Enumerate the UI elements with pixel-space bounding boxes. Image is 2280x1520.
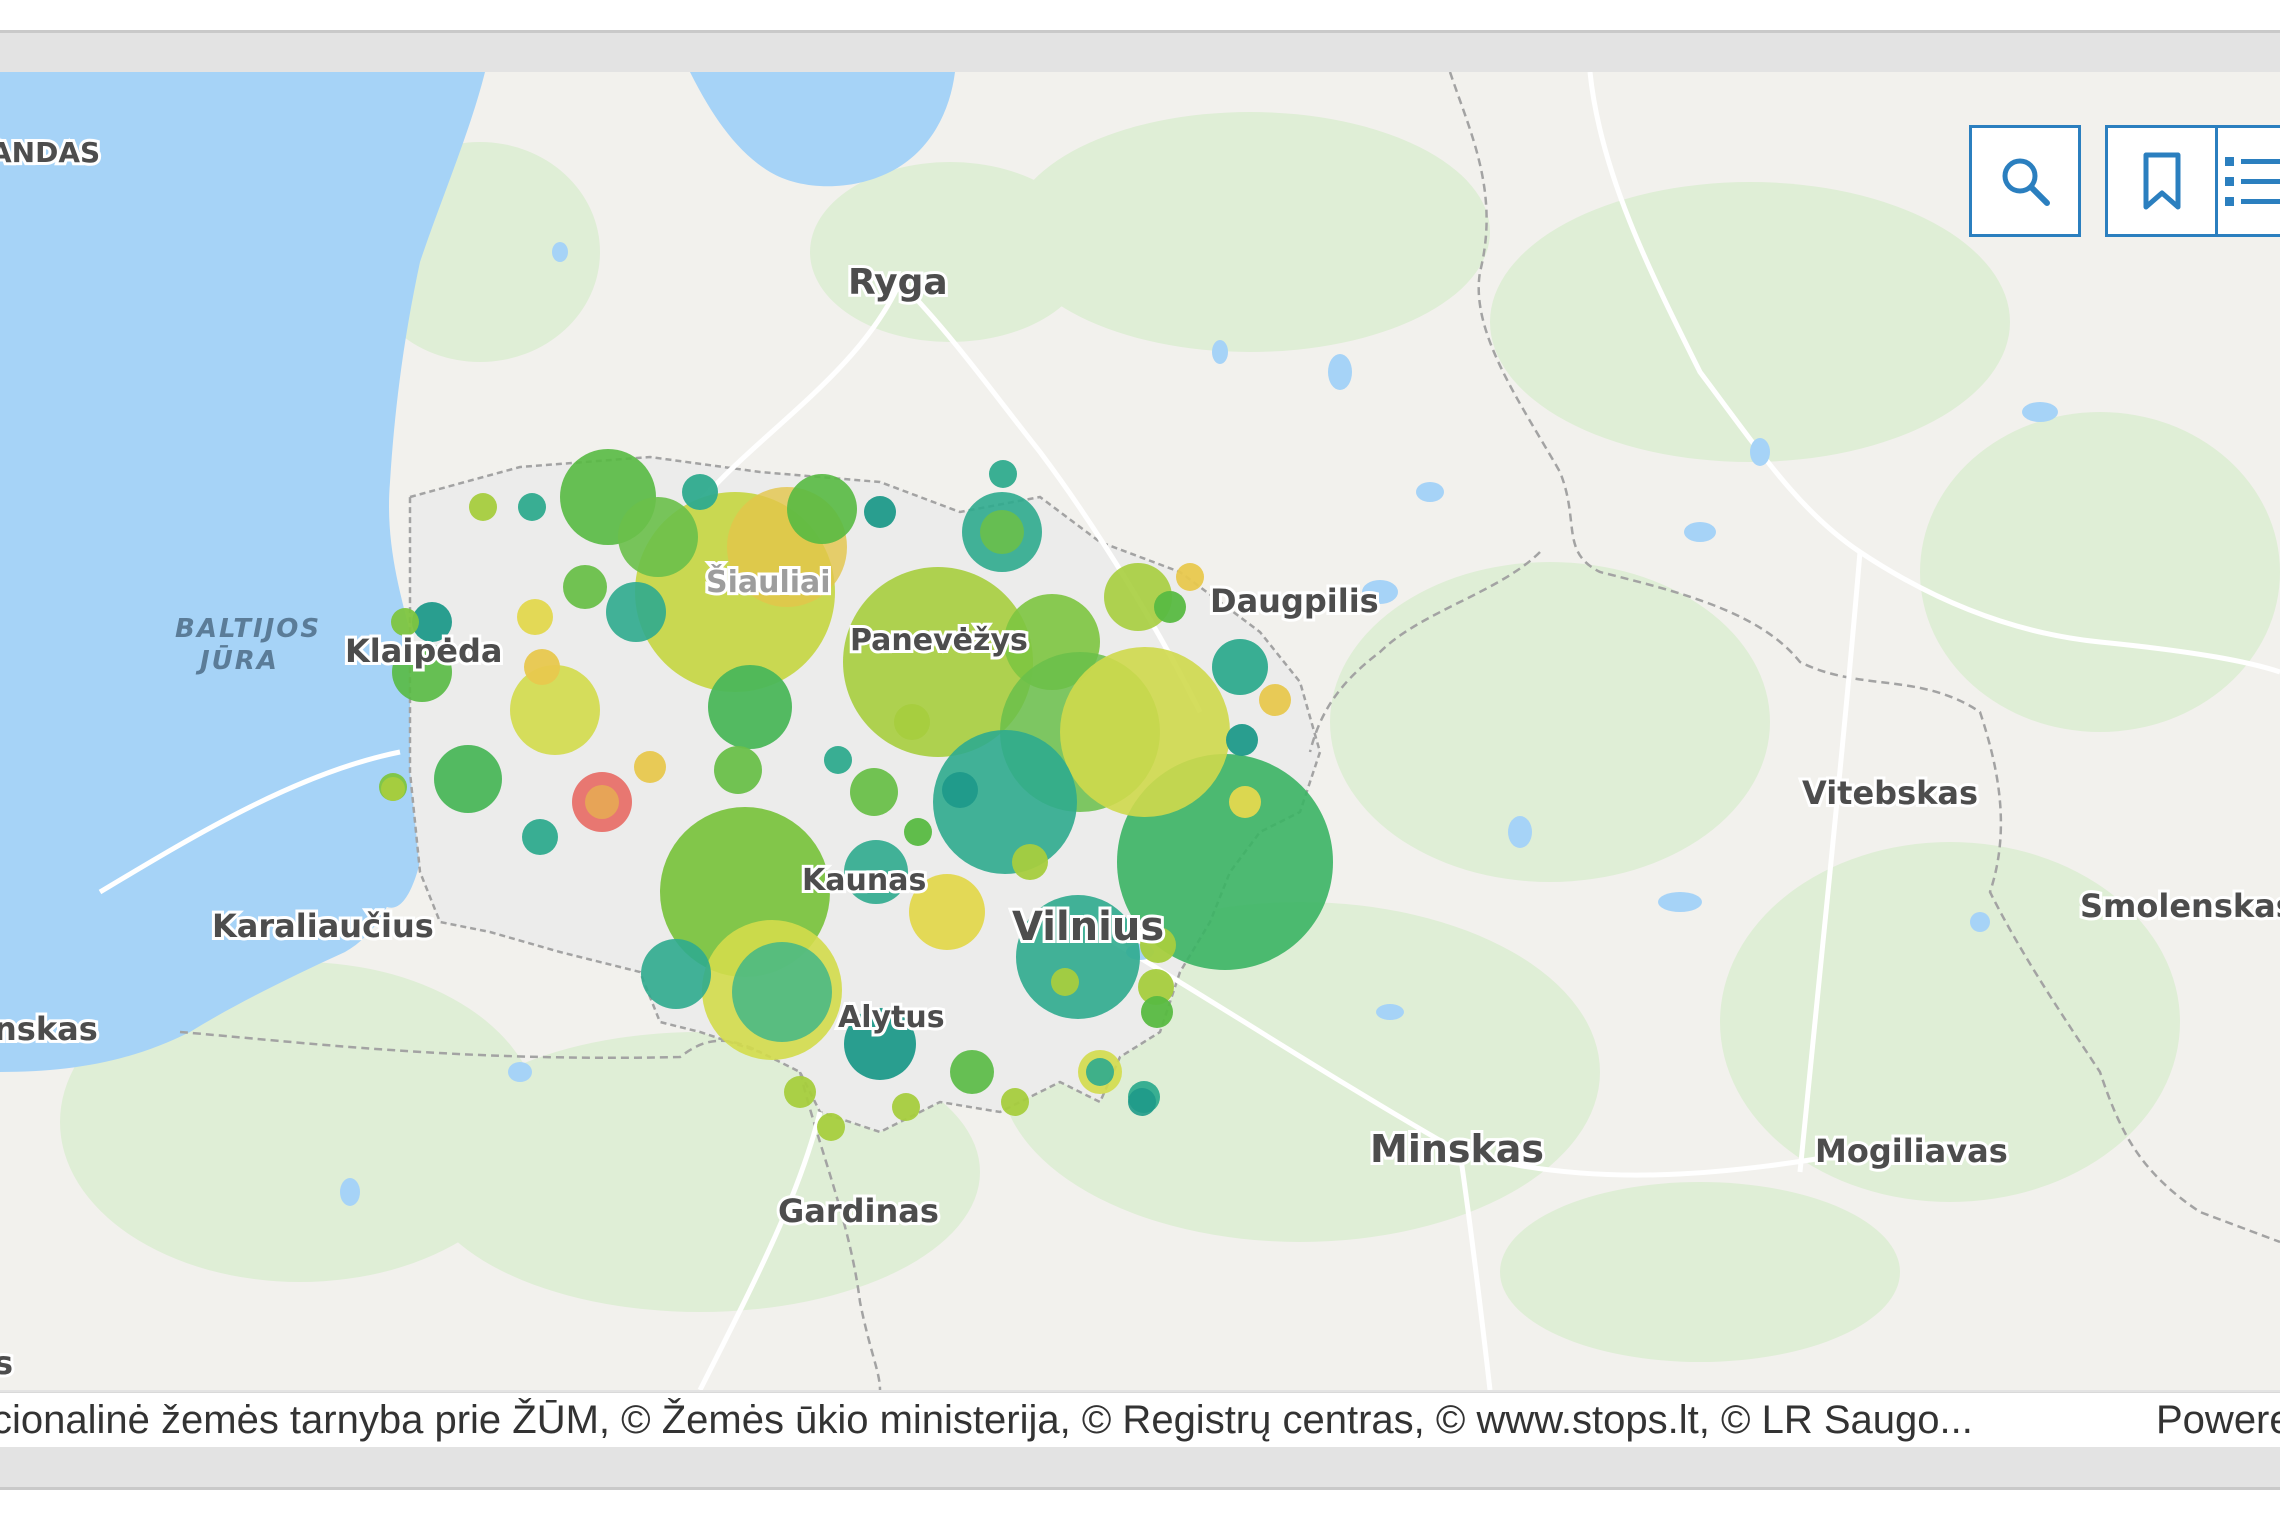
data-circle[interactable] bbox=[1060, 647, 1230, 817]
data-circle[interactable] bbox=[434, 745, 502, 813]
data-circle[interactable] bbox=[1229, 786, 1261, 818]
basemap: Ryga Daugpilis Klaipėda Šiauliai Panevėž… bbox=[0, 72, 2280, 1390]
map-view[interactable]: Ryga Daugpilis Klaipėda Šiauliai Panevėž… bbox=[0, 72, 2280, 1390]
map-attribution: cionalinė žemės tarnyba prie ŽŪM, © Žemė… bbox=[0, 1392, 2280, 1447]
data-circle[interactable] bbox=[784, 1076, 816, 1108]
bookmarks-button[interactable] bbox=[2105, 125, 2217, 237]
data-circle[interactable] bbox=[817, 1113, 845, 1141]
label-vilnius: Vilnius bbox=[1012, 904, 1164, 950]
search-button[interactable] bbox=[1969, 125, 2081, 237]
label-sea-line2: JŪRA bbox=[195, 644, 279, 676]
label-mogiliavas: Mogiliavas bbox=[1815, 1132, 2008, 1170]
data-circle[interactable] bbox=[1154, 591, 1186, 623]
data-circle[interactable] bbox=[824, 746, 852, 774]
attribution-text[interactable]: cionalinė žemės tarnyba prie ŽŪM, © Žemė… bbox=[0, 1393, 1973, 1447]
data-circle[interactable] bbox=[732, 942, 832, 1042]
data-circle[interactable] bbox=[522, 819, 558, 855]
data-circle[interactable] bbox=[942, 772, 978, 808]
data-circle[interactable] bbox=[864, 496, 896, 528]
data-circle[interactable] bbox=[618, 497, 698, 577]
data-circle[interactable] bbox=[585, 785, 619, 819]
label-ryga: Ryga bbox=[848, 262, 948, 303]
data-circle[interactable] bbox=[518, 493, 546, 521]
data-circle[interactable] bbox=[606, 582, 666, 642]
data-circle[interactable] bbox=[1226, 724, 1258, 756]
data-circle[interactable] bbox=[904, 818, 932, 846]
data-circle[interactable] bbox=[1141, 996, 1173, 1028]
label-daugpilis: Daugpilis bbox=[1210, 582, 1379, 620]
label-karaliaucius: Karaliaučius bbox=[212, 907, 434, 945]
label-gardinas: Gardinas bbox=[778, 1192, 939, 1230]
search-icon bbox=[2002, 158, 2050, 206]
data-circle[interactable] bbox=[1212, 639, 1268, 695]
data-circle[interactable] bbox=[524, 649, 560, 685]
data-circle[interactable] bbox=[381, 777, 405, 801]
data-circle[interactable] bbox=[1051, 968, 1079, 996]
label-minskas: Minskas bbox=[1370, 1127, 1544, 1171]
data-circle[interactable] bbox=[563, 565, 607, 609]
data-circle[interactable] bbox=[682, 474, 718, 510]
label-vitebskas: Vitebskas bbox=[1802, 774, 1978, 812]
data-circle[interactable] bbox=[708, 665, 792, 749]
data-circle[interactable] bbox=[714, 746, 762, 794]
label-left-partial: s bbox=[0, 1344, 13, 1382]
data-circle[interactable] bbox=[1259, 684, 1291, 716]
data-circle[interactable] bbox=[1012, 844, 1048, 880]
data-circle[interactable] bbox=[1128, 1088, 1156, 1116]
bookmark-icon bbox=[2143, 152, 2181, 210]
data-circle[interactable] bbox=[950, 1050, 994, 1094]
label-klaipeda: Klaipėda bbox=[345, 632, 502, 670]
data-circle[interactable] bbox=[1086, 1058, 1114, 1086]
powered-by-text[interactable]: Powere bbox=[2156, 1393, 2280, 1447]
label-smolenskas: Smolenskas bbox=[2080, 887, 2280, 925]
data-circle[interactable] bbox=[787, 474, 857, 544]
label-alytus: Alytus bbox=[838, 1000, 945, 1035]
data-circle[interactable] bbox=[894, 704, 930, 740]
label-olandas: ANDAS bbox=[0, 136, 100, 169]
data-circle[interactable] bbox=[892, 1093, 920, 1121]
data-circle[interactable] bbox=[989, 460, 1017, 488]
data-circle[interactable] bbox=[517, 599, 553, 635]
data-circle[interactable] bbox=[634, 751, 666, 783]
layer-list-icon bbox=[2225, 157, 2280, 206]
label-siauliai: Šiauliai bbox=[706, 563, 831, 600]
layer-list-button[interactable] bbox=[2215, 125, 2280, 237]
data-circle[interactable] bbox=[980, 510, 1024, 554]
label-gdanskas: nskas bbox=[0, 1010, 98, 1048]
data-circle[interactable] bbox=[641, 939, 711, 1009]
label-panevezys: Panevėžys bbox=[850, 623, 1028, 658]
data-circle[interactable] bbox=[469, 493, 497, 521]
label-kaunas: Kaunas bbox=[802, 863, 926, 898]
data-circle[interactable] bbox=[1001, 1088, 1029, 1116]
label-sea-line1: BALTIJOS bbox=[175, 614, 321, 644]
data-circle[interactable] bbox=[1176, 563, 1204, 591]
data-circle[interactable] bbox=[850, 768, 898, 816]
